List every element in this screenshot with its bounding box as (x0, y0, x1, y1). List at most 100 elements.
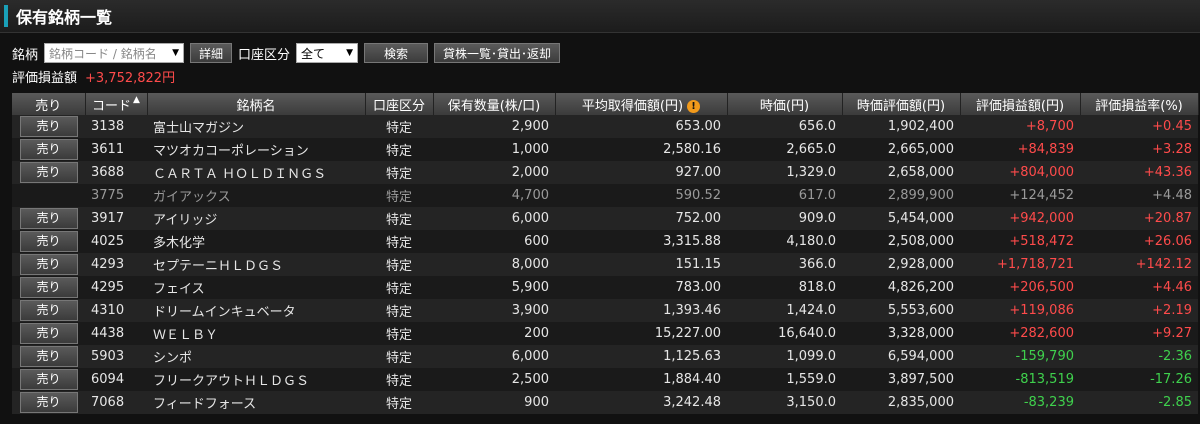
name-cell[interactable]: マツオカコーポレーション (147, 138, 365, 161)
table-row[interactable]: 売り 4293 セプテーニＨＬＤＧＳ 特定 8,000 151.15 366.0 2,928,… (12, 253, 1198, 276)
quantity-cell: 2,000 (433, 161, 555, 184)
col-profit-loss[interactable]: 評価損益額(円) (960, 93, 1081, 115)
avg-price-cell: 1,125.63 (555, 345, 727, 368)
quantity-cell: 5,900 (433, 276, 555, 299)
code-cell: 3917 (85, 207, 147, 230)
name-cell[interactable]: シンポ (147, 345, 365, 368)
name-cell[interactable]: フェイス (147, 276, 365, 299)
market-value-cell: 2,928,000 (842, 253, 960, 276)
account-select[interactable]: 全て ▼ (296, 43, 359, 63)
avg-price-cell: 752.00 (555, 207, 727, 230)
quantity-cell: 600 (433, 230, 555, 253)
warning-icon[interactable]: ! (687, 99, 701, 113)
price-cell: 617.0 (727, 184, 842, 207)
profit-loss-rate-cell: +3.28 (1080, 138, 1198, 161)
col-price[interactable]: 時価(円) (727, 93, 843, 115)
col-code[interactable]: コード ▲ (85, 93, 148, 115)
name-cell[interactable]: フリークアウトＨＬＤＧＳ (147, 368, 365, 391)
account-select-value: 全て (301, 46, 326, 61)
sell-button[interactable]: 売り (19, 162, 78, 183)
sell-cell: 売り (12, 299, 85, 322)
name-cell[interactable]: ドリームインキュベータ (147, 299, 365, 322)
table-row[interactable]: 売り 5903 シンポ 特定 6,000 1,125.63 1,099.0 6,594,000… (12, 345, 1198, 368)
profit-loss-rate-cell: +2.19 (1080, 299, 1198, 322)
price-cell: 818.0 (727, 276, 842, 299)
profit-loss-cell: +282,600 (960, 322, 1080, 345)
chevron-down-icon[interactable]: ▼ (172, 48, 179, 58)
col-account[interactable]: 口座区分 (365, 93, 434, 115)
name-cell[interactable]: セプテーニＨＬＤＧＳ (147, 253, 365, 276)
table-row[interactable]: 3775 ガイアックス 特定 4,700 590.52 617.0 2,899,900 +12… (12, 184, 1198, 207)
market-value-cell: 2,835,000 (842, 391, 960, 414)
market-value-cell: 5,454,000 (842, 207, 960, 230)
sell-button[interactable]: 売り (19, 254, 78, 275)
sell-button[interactable]: 売り (19, 392, 78, 413)
table-row[interactable]: 売り 7068 フィードフォース 特定 900 3,242.48 3,150.0 2,835,… (12, 391, 1198, 414)
code-cell: 4310 (85, 299, 147, 322)
table-row[interactable]: 売り 4025 多木化学 特定 600 3,315.88 4,180.0 2,508,000 +… (12, 230, 1198, 253)
col-profit-loss-rate[interactable]: 評価損益率(%) (1080, 93, 1199, 115)
name-cell[interactable]: アイリッジ (147, 207, 365, 230)
sell-button[interactable]: 売り (19, 231, 78, 252)
sell-button[interactable]: 売り (19, 323, 78, 344)
sell-cell: 売り (12, 115, 85, 138)
avg-price-cell: 1,393.46 (555, 299, 727, 322)
code-cell: 7068 (85, 391, 147, 414)
lending-button[interactable]: 貸株一覧･貸出･返却 (434, 43, 561, 63)
table-row[interactable]: 売り 4295 フェイス 特定 5,900 783.00 818.0 4,826,200 +20… (12, 276, 1198, 299)
sell-cell: 売り (12, 161, 85, 184)
profit-loss-label: 評価損益額 (12, 70, 78, 86)
name-cell[interactable]: 富士山マガジン (147, 115, 365, 138)
market-value-cell: 2,899,900 (842, 184, 960, 207)
account-cell: 特定 (365, 391, 433, 414)
sell-button[interactable]: 売り (19, 346, 78, 367)
avg-price-cell: 1,884.40 (555, 368, 727, 391)
col-name[interactable]: 銘柄名 (147, 93, 366, 115)
sort-asc-icon: ▲ (133, 94, 140, 105)
sell-button[interactable]: 売り (19, 369, 78, 390)
page-title: 保有銘柄一覧 (16, 8, 113, 27)
account-cell: 特定 (365, 138, 433, 161)
table-row[interactable]: 売り 4438 ＷＥＬＢＹ 特定 200 15,227.00 16,640.0 3,328,0… (12, 322, 1198, 345)
stock-search-input[interactable]: 銘柄コード / 銘柄名 ▼ (44, 43, 185, 63)
profit-loss-cell: +1,718,721 (960, 253, 1080, 276)
search-button[interactable]: 検索 (364, 43, 429, 63)
table-row[interactable]: 売り 3688 ＣＡＲＴＡ ＨＯＬＤＩＮＧＳ 特定 2,000 927.00 1,329.0… (12, 161, 1198, 184)
sell-button[interactable]: 売り (19, 208, 78, 229)
sell-button[interactable]: 売り (19, 139, 78, 160)
table-row[interactable]: 売り 3917 アイリッジ 特定 6,000 752.00 909.0 5,454,000 +9… (12, 207, 1198, 230)
chevron-down-icon: ▼ (346, 48, 354, 58)
col-avg-price[interactable]: 平均取得価額(円)! (555, 93, 728, 115)
col-quantity[interactable]: 保有数量(株/口) (433, 93, 556, 115)
detail-button[interactable]: 詳細 (190, 43, 233, 63)
account-cell: 特定 (365, 276, 433, 299)
table-row[interactable]: 売り 3138 富士山マガジン 特定 2,900 653.00 656.0 1,902,400… (12, 115, 1198, 138)
price-cell: 2,665.0 (727, 138, 842, 161)
account-cell: 特定 (365, 207, 433, 230)
code-cell: 5903 (85, 345, 147, 368)
market-value-cell: 5,553,600 (842, 299, 960, 322)
table-row[interactable]: 売り 3611 マツオカコーポレーション 特定 1,000 2,580.16 2,665.0… (12, 138, 1198, 161)
profit-loss-rate-cell: +0.45 (1080, 115, 1198, 138)
account-cell: 特定 (365, 345, 433, 368)
table-row[interactable]: 売り 4310 ドリームインキュベータ 特定 3,900 1,393.46 1,424.0 5… (12, 299, 1198, 322)
sell-button[interactable]: 売り (19, 277, 78, 298)
name-cell[interactable]: ＣＡＲＴＡ ＨＯＬＤＩＮＧＳ (147, 161, 365, 184)
market-value-cell: 2,508,000 (842, 230, 960, 253)
quantity-cell: 4,700 (433, 184, 555, 207)
name-cell[interactable]: ガイアックス (147, 184, 365, 207)
account-cell: 特定 (365, 368, 433, 391)
market-value-cell: 1,902,400 (842, 115, 960, 138)
table-row[interactable]: 売り 6094 フリークアウトＨＬＤＧＳ 特定 2,500 1,884.40 1,559.0… (12, 368, 1198, 391)
col-market-value[interactable]: 時価評価額(円) (842, 93, 961, 115)
sell-button[interactable]: 売り (19, 116, 78, 137)
name-cell[interactable]: 多木化学 (147, 230, 365, 253)
sell-button[interactable]: 売り (19, 300, 78, 321)
name-cell[interactable]: ＷＥＬＢＹ (147, 322, 365, 345)
profit-loss-cell: +8,700 (960, 115, 1080, 138)
name-cell[interactable]: フィードフォース (147, 391, 365, 414)
profit-loss-rate-cell: +9.27 (1080, 322, 1198, 345)
profit-loss-cell: -813,519 (960, 368, 1080, 391)
quantity-cell: 1,000 (433, 138, 555, 161)
filter-bar: 銘柄 銘柄コード / 銘柄名 ▼ 詳細 口座区分 全て ▼ 検索 貸株一覧･貸出… (0, 39, 1200, 67)
